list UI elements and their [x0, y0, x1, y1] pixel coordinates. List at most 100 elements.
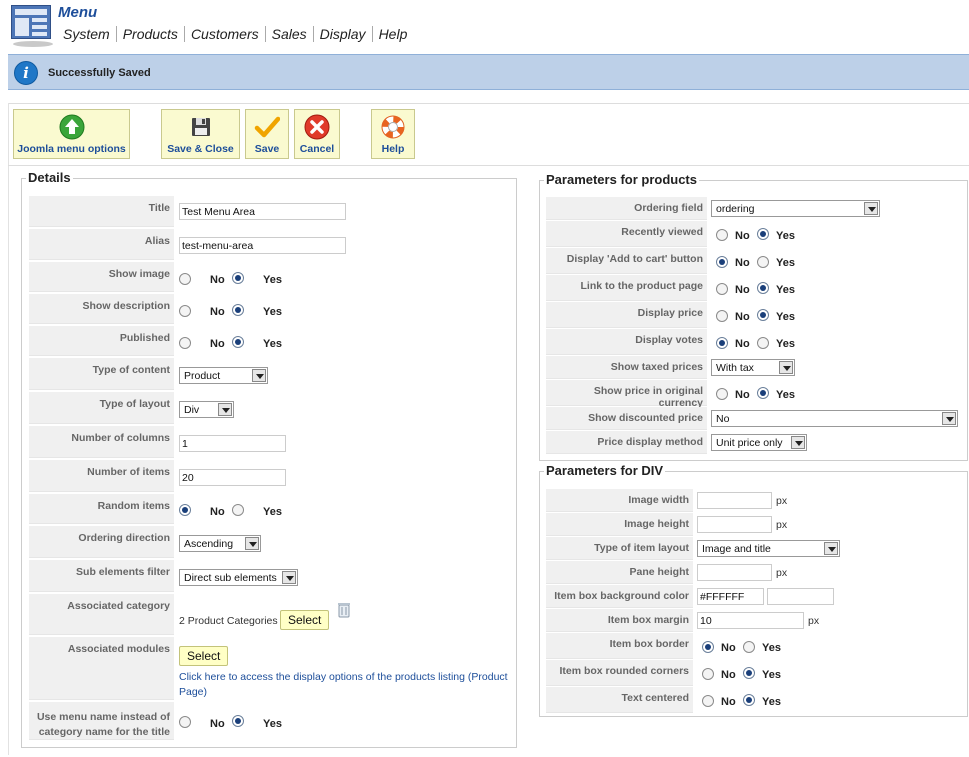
nav-separator [312, 26, 314, 42]
select-modules-button[interactable]: Select [179, 646, 229, 666]
link-to-product-page-yes-radio[interactable] [757, 282, 769, 294]
pane-height-input[interactable] [697, 564, 772, 581]
display-price-no-radio[interactable] [716, 310, 728, 322]
ordering-field-select[interactable]: ordering [711, 200, 880, 217]
image-width-label: Image width [546, 489, 693, 512]
save-button[interactable]: Save [245, 109, 289, 159]
help-button[interactable]: Help [371, 109, 415, 159]
color-preview-input[interactable] [767, 588, 834, 605]
yes-label: Yes [762, 696, 781, 708]
published-yes-radio[interactable] [232, 336, 244, 348]
show-description-no-radio[interactable] [179, 305, 191, 317]
link-to-product-page-label: Link to the product page [546, 275, 707, 301]
message-bar: i Successfully Saved [8, 54, 969, 90]
no-label: No [735, 284, 750, 296]
show-image-no-radio[interactable] [179, 273, 191, 285]
ordering-field-label: Ordering field [546, 197, 707, 220]
show-price-original-currency-no-radio[interactable] [716, 388, 728, 400]
nav-customers[interactable]: Customers [191, 26, 259, 42]
save-close-button[interactable]: Save & Close [161, 109, 240, 159]
use-menu-name-yes-radio[interactable] [232, 715, 244, 727]
use-menu-name-no-radio[interactable] [179, 716, 191, 728]
yes-label: Yes [762, 669, 781, 681]
products-params-legend: Parameters for products [544, 172, 699, 187]
divider [8, 103, 9, 755]
show-image-yes-radio[interactable] [232, 272, 244, 284]
yes-label: Yes [762, 642, 781, 654]
image-height-input[interactable] [697, 516, 772, 533]
type-of-layout-select[interactable]: Div [179, 401, 234, 418]
message-text: Successfully Saved [48, 67, 151, 79]
published-label: Published [29, 326, 174, 356]
no-label: No [735, 389, 750, 401]
item-box-border-no-radio[interactable] [702, 641, 714, 653]
nav-products[interactable]: Products [123, 26, 178, 42]
divider [8, 165, 969, 166]
header: Menu System Products Customers Sales Dis… [0, 0, 969, 52]
trash-icon[interactable] [337, 602, 351, 618]
yes-label: Yes [263, 274, 282, 286]
display-votes-yes-radio[interactable] [757, 337, 769, 349]
recently-viewed-yes-radio[interactable] [757, 228, 769, 240]
cancel-button[interactable]: Cancel [294, 109, 340, 159]
show-price-original-currency-yes-radio[interactable] [757, 387, 769, 399]
nav-help[interactable]: Help [379, 26, 408, 42]
recently-viewed-no-radio[interactable] [716, 229, 728, 241]
select-value: With tax [716, 362, 754, 374]
show-description-yes-radio[interactable] [232, 304, 244, 316]
display-add-to-cart-yes-radio[interactable] [757, 256, 769, 268]
button-label: Help [381, 143, 405, 155]
title-input[interactable]: Test Menu Area [179, 203, 346, 220]
price-display-method-select[interactable]: Unit price only [711, 434, 807, 451]
image-width-input[interactable] [697, 492, 772, 509]
type-of-content-select[interactable]: Product [179, 367, 268, 384]
item-box-rounded-corners-no-radio[interactable] [702, 668, 714, 680]
yes-label: Yes [776, 338, 795, 350]
type-of-item-layout-select[interactable]: Image and title [697, 540, 840, 557]
text-centered-no-radio[interactable] [702, 695, 714, 707]
alias-label: Alias [29, 229, 174, 260]
number-of-columns-label: Number of columns [29, 426, 174, 458]
type-of-content-label: Type of content [29, 358, 174, 390]
checkmark-icon [254, 116, 280, 138]
top-nav: System Products Customers Sales Display … [63, 26, 407, 42]
nav-display[interactable]: Display [320, 26, 366, 42]
random-items-yes-radio[interactable] [232, 504, 244, 516]
number-of-columns-input[interactable]: 1 [179, 435, 286, 452]
product-page-options-link[interactable]: Click here to access the display options… [179, 670, 511, 700]
select-value: No [716, 413, 730, 425]
chevron-down-icon [791, 436, 805, 449]
ordering-direction-select[interactable]: Ascending [179, 535, 261, 552]
nav-sales[interactable]: Sales [272, 26, 307, 42]
random-items-no-radio[interactable] [179, 504, 191, 516]
chevron-down-icon [824, 542, 838, 555]
item-box-margin-input[interactable]: 10 [697, 612, 804, 629]
associated-category-value: 2 Product Categories [179, 615, 278, 627]
show-discounted-price-select[interactable]: No [711, 410, 958, 427]
no-label: No [735, 311, 750, 323]
show-price-original-currency-label: Show price in original currency [546, 380, 707, 409]
link-to-product-page-no-radio[interactable] [716, 283, 728, 295]
title-label: Title [29, 196, 174, 227]
item-box-bg-color-input[interactable]: #FFFFFF [697, 588, 764, 605]
number-of-items-input[interactable]: 20 [179, 469, 286, 486]
alias-input[interactable]: test-menu-area [179, 237, 346, 254]
sub-elements-filter-select[interactable]: Direct sub elements [179, 569, 298, 586]
nav-system[interactable]: System [63, 26, 110, 42]
select-category-button[interactable]: Select [280, 610, 330, 630]
associated-modules-label: Associated modules [29, 637, 174, 700]
random-items-label: Random items [29, 494, 174, 524]
show-taxed-prices-select[interactable]: With tax [711, 359, 795, 376]
lifebuoy-icon [381, 115, 405, 139]
item-box-border-yes-radio[interactable] [743, 641, 755, 653]
no-label: No [735, 338, 750, 350]
no-label: No [210, 506, 225, 518]
text-centered-yes-radio[interactable] [743, 694, 755, 706]
display-votes-no-radio[interactable] [716, 337, 728, 349]
joomla-menu-options-button[interactable]: Joomla menu options [13, 109, 130, 159]
display-add-to-cart-no-radio[interactable] [716, 256, 728, 268]
published-no-radio[interactable] [179, 337, 191, 349]
chevron-down-icon [218, 403, 232, 416]
display-price-yes-radio[interactable] [757, 309, 769, 321]
item-box-rounded-corners-yes-radio[interactable] [743, 667, 755, 679]
